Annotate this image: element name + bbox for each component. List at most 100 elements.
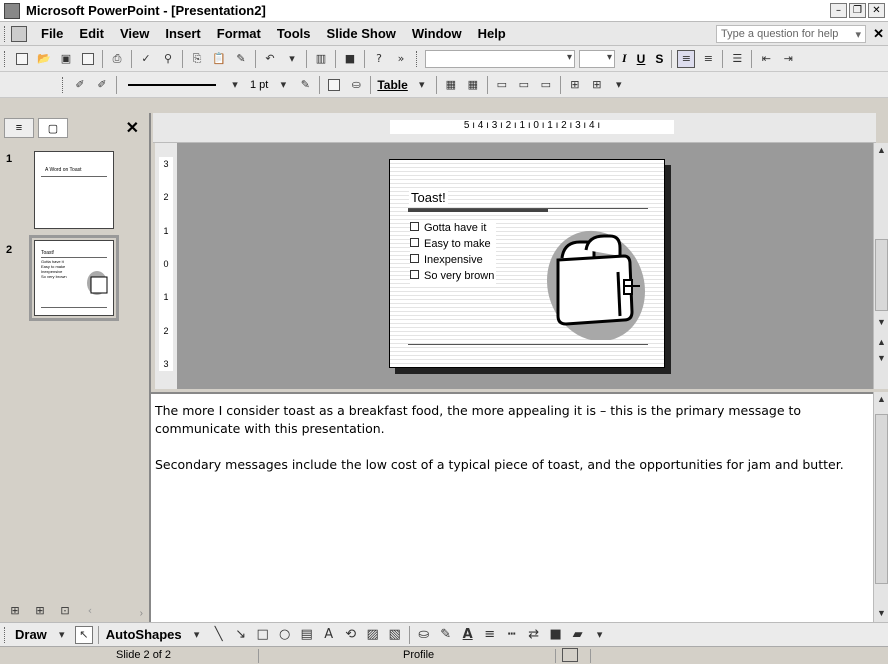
center-vertically-icon[interactable]: ▭	[515, 76, 533, 94]
toolbar-options-icon[interactable]: ▾	[610, 76, 628, 94]
align-bottom-icon[interactable]: ▭	[537, 76, 555, 94]
fill-color-icon[interactable]: ⛀	[347, 76, 365, 94]
scroll-up-icon[interactable]: ▲	[874, 143, 888, 157]
toolbar-options-icon[interactable]: »	[392, 50, 410, 68]
borders-icon[interactable]	[325, 76, 343, 94]
toolbar-grip[interactable]	[62, 76, 65, 93]
align-left-icon[interactable]: ≡	[677, 49, 696, 68]
menu-help[interactable]: Help	[470, 26, 514, 41]
line-weight-value[interactable]: 1 pt	[250, 79, 268, 91]
menu-window[interactable]: Window	[404, 26, 470, 41]
menu-edit[interactable]: Edit	[71, 26, 112, 41]
powerpoint-app-icon[interactable]	[4, 2, 20, 19]
font-color-icon[interactable]: A	[459, 626, 477, 644]
slide-thumbnail-1[interactable]: A Word on Toast	[34, 151, 114, 229]
rectangle-tool-icon[interactable]: □	[254, 626, 272, 644]
autoshapes-menu-button[interactable]: AutoShapes	[102, 627, 186, 642]
shadow-style-icon[interactable]: ■	[547, 626, 565, 644]
menu-slide-show[interactable]: Slide Show	[319, 26, 404, 41]
dash-style-icon[interactable]: ┅	[503, 626, 521, 644]
print-icon[interactable]: ⎙	[108, 50, 126, 68]
shadow-button[interactable]: S	[650, 52, 668, 66]
spelling-status-icon[interactable]	[562, 648, 578, 662]
select-objects-icon[interactable]: ↖	[74, 625, 93, 644]
chevron-down-icon[interactable]: ▾	[855, 28, 861, 41]
slide-title[interactable]: Toast!	[409, 190, 448, 205]
slide-sorter-icon[interactable]: ⊞	[31, 601, 49, 619]
restore-button[interactable]: ❐	[849, 3, 866, 18]
text-box-icon[interactable]: ▤	[298, 626, 316, 644]
line-style-dropdown-icon[interactable]: ▾	[226, 76, 244, 94]
close-button[interactable]: ✕	[868, 3, 885, 18]
help-icon[interactable]: ?	[370, 50, 388, 68]
document-icon[interactable]	[11, 25, 27, 42]
spelling-icon[interactable]: ✓	[137, 50, 155, 68]
next-slide-icon[interactable]: ▼	[874, 351, 888, 365]
distribute-columns-icon[interactable]: ⊞	[588, 76, 606, 94]
line-style-icon[interactable]: ≡	[481, 626, 499, 644]
undo-dropdown-icon[interactable]: ▾	[283, 50, 301, 68]
scroll-up-icon[interactable]: ▲	[874, 392, 888, 406]
increase-indent-icon[interactable]: ⇥	[779, 50, 797, 68]
paste-icon[interactable]: 📋	[210, 50, 228, 68]
notes-scrollbar[interactable]: ▲ ▼	[873, 392, 888, 622]
draw-table-icon[interactable]: ✐	[71, 76, 89, 94]
toaster-clipart-icon[interactable]	[540, 220, 650, 340]
help-search-input[interactable]: Type a question for help ▾	[716, 25, 866, 43]
menu-insert[interactable]: Insert	[157, 26, 208, 41]
align-top-icon[interactable]: ▭	[493, 76, 511, 94]
line-tool-icon[interactable]: ╲	[210, 626, 228, 644]
3d-style-icon[interactable]: ▰	[569, 626, 587, 644]
notes-pane[interactable]: The more I consider toast as a breakfast…	[151, 392, 873, 622]
slide-bullet-list[interactable]: Gotta have it Easy to make Inexpensive S…	[410, 220, 497, 284]
oval-tool-icon[interactable]: ○	[276, 626, 294, 644]
save-icon[interactable]: ▣	[57, 50, 75, 68]
color-grayscale-icon[interactable]: ■	[341, 50, 359, 68]
undo-icon[interactable]: ↶	[261, 50, 279, 68]
scrollbar-thumb[interactable]	[875, 239, 888, 311]
diagram-icon[interactable]: ⟲	[342, 626, 360, 644]
toolbar-grip[interactable]	[4, 626, 7, 643]
toolbar-options-icon[interactable]: ▾	[591, 626, 609, 644]
scroll-left-icon[interactable]: ‹	[81, 601, 99, 619]
menu-view[interactable]: View	[112, 26, 157, 41]
slide-thumbnail-2[interactable]: Toast! Gotta have it Easy to make Inexpe…	[29, 235, 119, 321]
decrease-indent-icon[interactable]: ⇤	[757, 50, 775, 68]
toolbar-grip[interactable]	[416, 50, 419, 67]
outline-tab-icon[interactable]: ≡	[4, 118, 34, 138]
arrow-tool-icon[interactable]: ↘	[232, 626, 250, 644]
insert-chart-icon[interactable]: ▥	[312, 50, 330, 68]
underline-button[interactable]: U	[632, 52, 651, 66]
minimize-button[interactable]: –	[830, 3, 847, 18]
eraser-icon[interactable]: ✐	[93, 76, 111, 94]
vertical-ruler-scale[interactable]: 3 2 1 0 1 2 3	[159, 157, 173, 371]
font-size-combo[interactable]	[579, 49, 615, 68]
distribute-rows-icon[interactable]: ⊞	[566, 76, 584, 94]
border-color-icon[interactable]: ✎	[296, 76, 314, 94]
table-menu-button[interactable]: Table	[377, 78, 407, 92]
slide-show-icon[interactable]: ⊡	[56, 601, 74, 619]
previous-slide-icon[interactable]: ▲	[874, 335, 888, 349]
clip-art-icon[interactable]: ▨	[364, 626, 382, 644]
fill-color-icon[interactable]: ⛀	[415, 626, 433, 644]
merge-cells-icon[interactable]: ▦	[442, 76, 460, 94]
split-cell-icon[interactable]: ▦	[464, 76, 482, 94]
align-center-icon[interactable]: ≡	[699, 50, 717, 68]
menu-tools[interactable]: Tools	[269, 26, 319, 41]
arrow-style-icon[interactable]: ⇄	[525, 626, 543, 644]
toolbar-grip[interactable]	[4, 25, 7, 42]
italic-button[interactable]: I	[617, 51, 632, 66]
font-name-combo[interactable]	[425, 49, 575, 68]
horizontal-ruler-scale[interactable]: 5 ı 4 ı 3 ı 2 ı 1 ı 0 ı 1 ı 2 ı 3 ı 4 ı	[390, 120, 674, 134]
autoshapes-dropdown-icon[interactable]: ▾	[188, 626, 206, 644]
open-icon[interactable]: 📂	[35, 50, 53, 68]
picture-icon[interactable]: ▧	[386, 626, 404, 644]
slide-scrollbar[interactable]: ▲ ▼ ▲ ▼	[873, 143, 888, 389]
copy-icon[interactable]: ⎘	[188, 50, 206, 68]
draw-menu-button[interactable]: Draw	[11, 627, 51, 642]
table-dropdown-icon[interactable]: ▾	[413, 76, 431, 94]
slides-tab-icon[interactable]: ▢	[38, 118, 68, 138]
scroll-right-icon[interactable]: ›	[140, 608, 143, 619]
toolbar-grip[interactable]	[4, 50, 7, 67]
scrollbar-thumb[interactable]	[875, 414, 888, 584]
